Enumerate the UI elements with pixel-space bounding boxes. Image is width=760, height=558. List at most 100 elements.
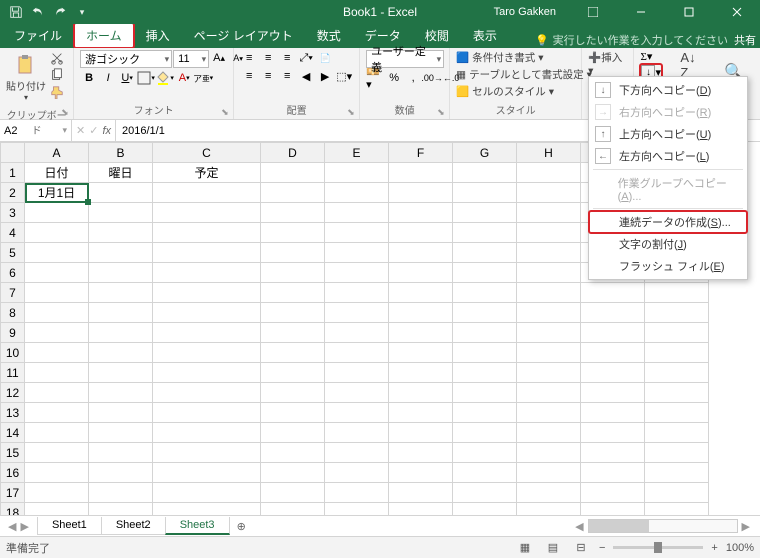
row-header-9[interactable]: 9 [1,323,25,343]
cell-E9[interactable] [325,323,389,343]
maximize-button[interactable] [670,0,708,24]
redo-icon[interactable] [50,2,70,22]
name-box[interactable]: A2 [0,120,72,141]
row-header-13[interactable]: 13 [1,403,25,423]
cell-A15[interactable] [25,443,89,463]
cell-C17[interactable] [153,483,261,503]
cell-H9[interactable] [517,323,581,343]
cell-J8[interactable] [645,303,709,323]
cell-H15[interactable] [517,443,581,463]
cell-I15[interactable] [581,443,645,463]
cell-G9[interactable] [453,323,517,343]
cell-E11[interactable] [325,363,389,383]
sheet-tab-sheet2[interactable]: Sheet2 [101,517,166,535]
undo-icon[interactable] [28,2,48,22]
conditional-formatting-button[interactable]: 🟦条件付き書式▾ [456,50,592,65]
align-bottom-icon[interactable]: ≡ [278,50,296,66]
row-header-16[interactable]: 16 [1,463,25,483]
phonetic-icon[interactable]: ア亜▾ [194,70,212,86]
cell-G6[interactable] [453,263,517,283]
cell-A5[interactable] [25,243,89,263]
cell-D11[interactable] [261,363,325,383]
row-header-10[interactable]: 10 [1,343,25,363]
cell-B4[interactable] [89,223,153,243]
cell-H1[interactable] [517,163,581,183]
cut-icon[interactable] [48,50,66,66]
insert-cells-button[interactable]: ➕挿入▾ [588,50,627,77]
cell-J15[interactable] [645,443,709,463]
format-painter-icon[interactable] [48,84,66,100]
col-header-C[interactable]: C [153,143,261,163]
cell-G11[interactable] [453,363,517,383]
cell-A8[interactable] [25,303,89,323]
cell-E4[interactable] [325,223,389,243]
cell-B17[interactable] [89,483,153,503]
tab-file[interactable]: ファイル [2,23,74,48]
cell-A7[interactable] [25,283,89,303]
cell-G8[interactable] [453,303,517,323]
cell-G17[interactable] [453,483,517,503]
cell-D3[interactable] [261,203,325,223]
align-top-icon[interactable]: ≡ [240,50,258,66]
fill-menu-item-6[interactable]: 文字の割付(J) [589,233,747,255]
cell-C2[interactable] [153,183,261,203]
tab-insert[interactable]: 挿入 [134,23,182,48]
fill-menu-item-7[interactable]: フラッシュ フィル(E) [589,255,747,277]
tab-page-layout[interactable]: ページ レイアウト [182,23,305,48]
row-header-4[interactable]: 4 [1,223,25,243]
italic-icon[interactable]: I [99,70,117,86]
cell-G14[interactable] [453,423,517,443]
cell-G15[interactable] [453,443,517,463]
cell-H3[interactable] [517,203,581,223]
tab-view[interactable]: 表示 [461,23,509,48]
zoom-in-button[interactable]: + [711,542,717,554]
clipboard-launcher-icon[interactable]: ⬊ [61,107,71,117]
tab-formulas[interactable]: 数式 [305,23,353,48]
cell-D6[interactable] [261,263,325,283]
col-header-B[interactable]: B [89,143,153,163]
cell-G4[interactable] [453,223,517,243]
cell-A10[interactable] [25,343,89,363]
align-center-icon[interactable]: ≡ [259,68,277,84]
cell-B14[interactable] [89,423,153,443]
cell-J13[interactable] [645,403,709,423]
share-button[interactable]: 共有 [734,32,756,48]
cell-A12[interactable] [25,383,89,403]
cell-G13[interactable] [453,403,517,423]
fill-menu-item-3[interactable]: ←左方向へコピー(L) [589,145,747,167]
cell-H2[interactable] [517,183,581,203]
cell-J9[interactable] [645,323,709,343]
cell-A2[interactable]: 1月1日 [25,183,89,203]
grow-font-icon[interactable]: A▴ [210,50,228,66]
row-header-5[interactable]: 5 [1,243,25,263]
wrap-text-icon[interactable]: 📄 [316,50,334,66]
cell-E12[interactable] [325,383,389,403]
bold-icon[interactable]: B [80,70,98,86]
cell-C16[interactable] [153,463,261,483]
cell-E5[interactable] [325,243,389,263]
cell-A3[interactable] [25,203,89,223]
cell-styles-button[interactable]: 🟨セルのスタイル▾ [456,84,592,99]
cell-D7[interactable] [261,283,325,303]
page-layout-view-icon[interactable]: ▤ [543,540,563,556]
row-header-8[interactable]: 8 [1,303,25,323]
cell-F18[interactable] [389,503,453,516]
fill-menu-item-0[interactable]: ↓下方向へコピー(D) [589,79,747,101]
cell-C1[interactable]: 予定 [153,163,261,183]
cell-H6[interactable] [517,263,581,283]
cell-H4[interactable] [517,223,581,243]
align-left-icon[interactable]: ≡ [240,68,258,84]
cell-G2[interactable] [453,183,517,203]
cell-H16[interactable] [517,463,581,483]
cell-E17[interactable] [325,483,389,503]
page-break-view-icon[interactable]: ⊟ [571,540,591,556]
cell-J7[interactable] [645,283,709,303]
col-header-H[interactable]: H [517,143,581,163]
col-header-A[interactable]: A [25,143,89,163]
cell-E3[interactable] [325,203,389,223]
cell-F7[interactable] [389,283,453,303]
paste-button[interactable]: 貼り付け ▾ [6,50,46,106]
cancel-formula-icon[interactable]: ✕ [76,124,85,137]
cell-G7[interactable] [453,283,517,303]
zoom-out-button[interactable]: − [599,542,605,554]
